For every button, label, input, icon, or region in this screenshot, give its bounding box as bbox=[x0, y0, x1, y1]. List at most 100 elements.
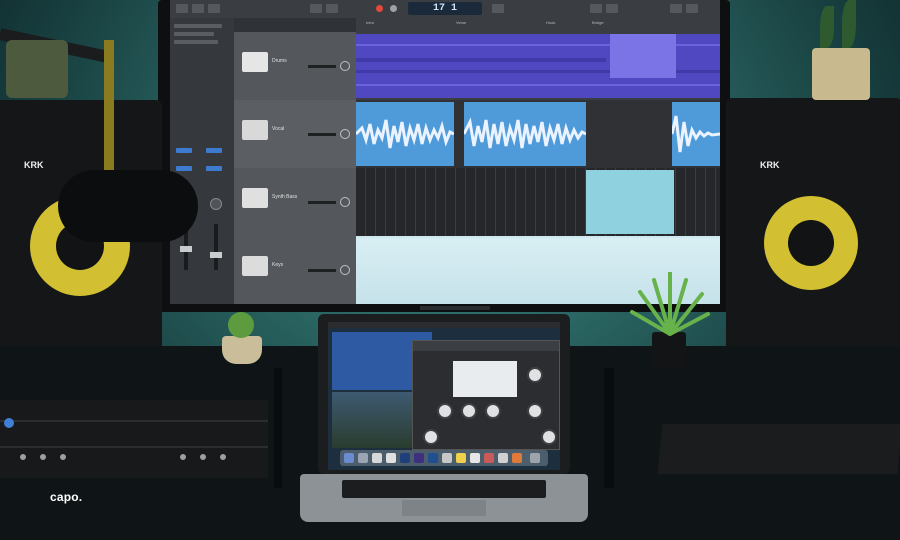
audio-interface-rack bbox=[0, 400, 268, 478]
track-volume-slider[interactable] bbox=[308, 65, 336, 68]
succulent-pot bbox=[652, 332, 686, 368]
app-icon[interactable] bbox=[372, 453, 382, 463]
track-name: Vocal bbox=[272, 126, 285, 132]
photoshop-icon[interactable] bbox=[400, 453, 410, 463]
mic-cable bbox=[104, 40, 114, 180]
toolbar-button[interactable] bbox=[606, 4, 618, 13]
plugin-knob[interactable] bbox=[461, 403, 477, 419]
plugin-knob[interactable] bbox=[527, 403, 543, 419]
midi-keyboard-controller bbox=[657, 424, 900, 474]
track-pan-knob[interactable] bbox=[340, 197, 350, 207]
toolbar-button[interactable] bbox=[326, 4, 338, 13]
inspector-row bbox=[174, 40, 218, 44]
power-led-icon bbox=[4, 418, 14, 428]
track-volume-slider[interactable] bbox=[308, 201, 336, 204]
record-icon[interactable] bbox=[376, 5, 383, 12]
audio-region[interactable] bbox=[672, 102, 720, 166]
after-effects-icon[interactable] bbox=[414, 453, 424, 463]
trash-icon[interactable] bbox=[530, 453, 540, 463]
audio-region[interactable] bbox=[464, 102, 586, 166]
app-icon[interactable] bbox=[470, 453, 480, 463]
track-header[interactable]: Synth Bass bbox=[234, 168, 356, 237]
rack-knob[interactable] bbox=[220, 454, 226, 460]
track-volume-slider[interactable] bbox=[308, 269, 336, 272]
play-icon[interactable] bbox=[390, 5, 397, 12]
lightroom-icon[interactable] bbox=[428, 453, 438, 463]
rack-divider bbox=[0, 420, 268, 422]
fader-handle[interactable] bbox=[210, 252, 222, 258]
plant-pot bbox=[6, 40, 68, 98]
app-icon[interactable] bbox=[358, 453, 368, 463]
inspector-panel bbox=[170, 18, 235, 304]
track-lane bbox=[356, 32, 720, 100]
keys-icon bbox=[242, 256, 268, 276]
plugin-knob[interactable] bbox=[423, 429, 439, 445]
app-icon[interactable] bbox=[442, 453, 452, 463]
track-header[interactable]: Vocal bbox=[234, 100, 356, 169]
pan-knob[interactable] bbox=[210, 198, 222, 210]
plant-pot bbox=[812, 48, 870, 100]
midi-region[interactable] bbox=[586, 170, 674, 234]
fader-handle[interactable] bbox=[180, 246, 192, 252]
inspector-chip[interactable] bbox=[176, 166, 192, 171]
track-header[interactable]: Drums bbox=[234, 32, 356, 101]
toolbar-button[interactable] bbox=[176, 4, 188, 13]
speaker-logo: KRK bbox=[24, 160, 44, 170]
arrange-area[interactable] bbox=[356, 32, 720, 304]
plugin-knob[interactable] bbox=[541, 429, 557, 445]
plant-leaf bbox=[820, 6, 834, 48]
track-lane bbox=[356, 168, 720, 236]
rack-knob[interactable] bbox=[20, 454, 26, 460]
app-icon[interactable] bbox=[484, 453, 494, 463]
inspector-chip[interactable] bbox=[206, 148, 222, 153]
inspector-chip[interactable] bbox=[206, 166, 222, 171]
track-pan-knob[interactable] bbox=[340, 61, 350, 71]
succulent bbox=[630, 272, 710, 336]
rack-knob[interactable] bbox=[60, 454, 66, 460]
toolbar-button[interactable] bbox=[192, 4, 204, 13]
track-pan-knob[interactable] bbox=[340, 129, 350, 139]
finder-icon[interactable] bbox=[344, 453, 354, 463]
speaker-woofer-cone bbox=[788, 220, 834, 266]
audio-region[interactable] bbox=[356, 102, 454, 166]
rack-knob[interactable] bbox=[200, 454, 206, 460]
inspector-chip[interactable] bbox=[176, 148, 192, 153]
track-name: Keys bbox=[272, 262, 284, 268]
plugin-knob[interactable] bbox=[527, 367, 543, 383]
toolbar-button[interactable] bbox=[208, 4, 220, 13]
watermark-logo: capo. bbox=[50, 490, 83, 504]
marker-label: Verse bbox=[456, 20, 467, 25]
marker-label: Bridge bbox=[592, 20, 604, 25]
plugin-knob[interactable] bbox=[485, 403, 501, 419]
toolbar-button[interactable] bbox=[670, 4, 682, 13]
rack-knob[interactable] bbox=[40, 454, 46, 460]
right-studio-speaker: KRK bbox=[726, 98, 900, 356]
plugin-knob[interactable] bbox=[437, 403, 453, 419]
audio-waveform bbox=[464, 117, 586, 149]
vocal-icon bbox=[242, 120, 268, 140]
rack-divider bbox=[0, 446, 268, 448]
plugin-titlebar bbox=[413, 341, 559, 351]
app-icon[interactable] bbox=[456, 453, 466, 463]
app-icon[interactable] bbox=[386, 453, 396, 463]
marker-label: Hook bbox=[546, 20, 556, 25]
audio-waveform bbox=[356, 119, 454, 149]
toolbar-button[interactable] bbox=[310, 4, 322, 13]
midi-region[interactable] bbox=[356, 34, 720, 98]
app-icon[interactable] bbox=[498, 453, 508, 463]
microphone bbox=[58, 170, 198, 242]
toolbar-button[interactable] bbox=[686, 4, 698, 13]
rack-knob[interactable] bbox=[180, 454, 186, 460]
track-volume-slider[interactable] bbox=[308, 133, 336, 136]
synth-icon bbox=[242, 188, 268, 208]
toolbar-button[interactable] bbox=[492, 4, 504, 13]
daw-toolbar: 17 1 bbox=[170, 0, 720, 19]
track-pan-knob[interactable] bbox=[340, 265, 350, 275]
app-icon[interactable] bbox=[512, 453, 522, 463]
toolbar-button[interactable] bbox=[590, 4, 602, 13]
speaker-logo: KRK bbox=[760, 160, 780, 170]
succulent-pot bbox=[222, 336, 262, 364]
lcd-position-display: 17 1 bbox=[408, 2, 482, 15]
marker-label: Intro bbox=[366, 20, 375, 25]
track-header[interactable]: Keys bbox=[234, 236, 356, 304]
